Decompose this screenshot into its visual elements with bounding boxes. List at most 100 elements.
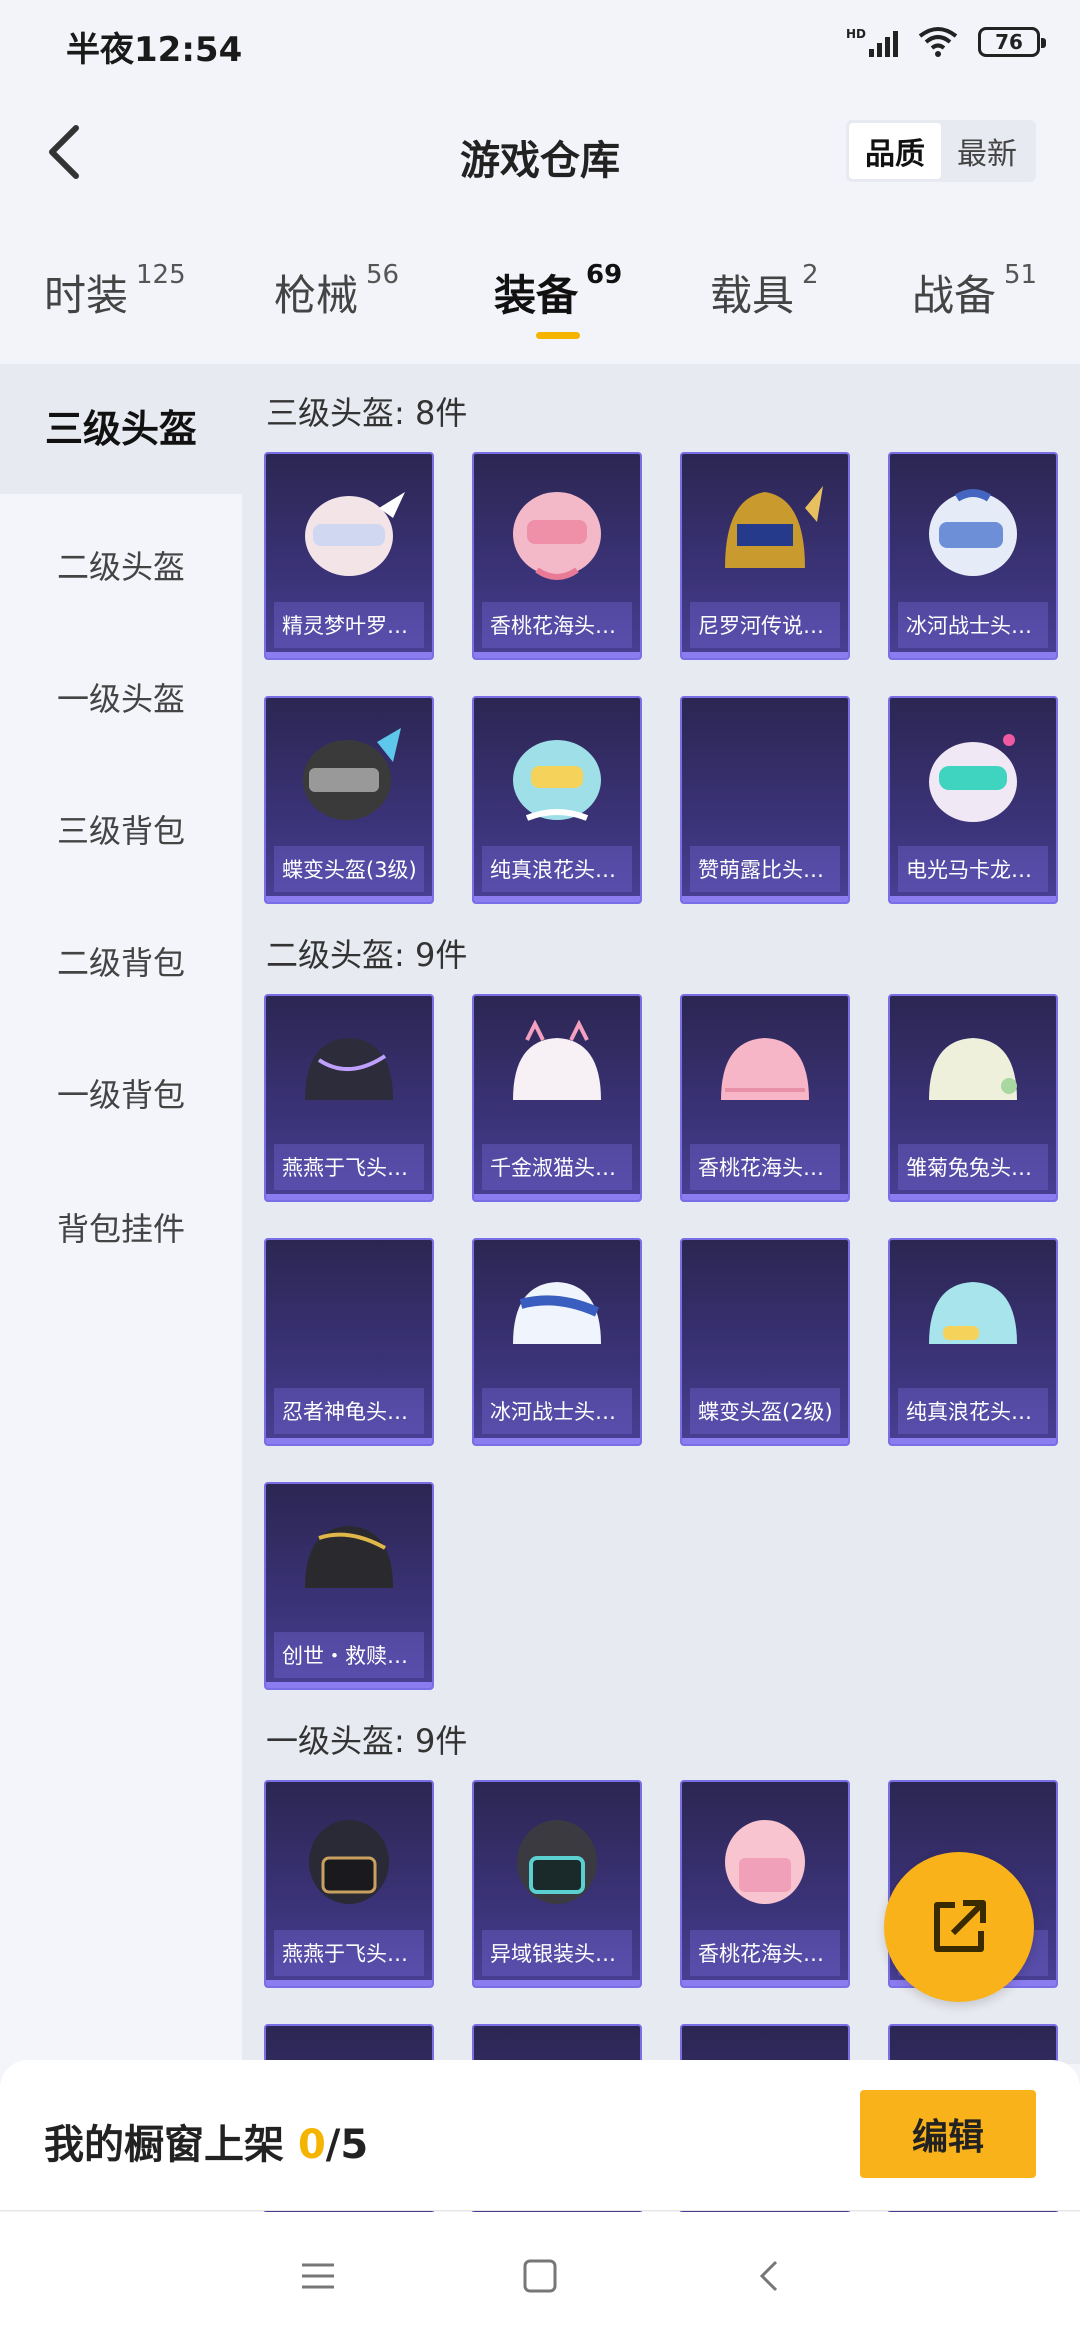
- item-label: 电光马卡龙…: [898, 846, 1048, 892]
- item-card[interactable]: 香桃花海头…: [680, 1780, 850, 1988]
- item-label: 忍者神龟头…: [274, 1388, 424, 1434]
- item-label: 纯真浪花头…: [482, 846, 632, 892]
- status-bar: 半夜12:54 HD 76: [0, 0, 1080, 92]
- signal-icon: HD: [846, 27, 898, 57]
- item-card[interactable]: 冰河战士头…: [888, 452, 1058, 660]
- system-nav-bar: [0, 2212, 1080, 2340]
- item-card[interactable]: 雏菊兔兔头…: [888, 994, 1058, 1202]
- item-card[interactable]: 精灵梦叶罗…: [264, 452, 434, 660]
- item-card[interactable]: 电光马卡龙…: [888, 696, 1058, 904]
- tab-label: 载具: [710, 271, 795, 320]
- helmet-icon: [266, 1010, 432, 1140]
- share-button[interactable]: [884, 1852, 1034, 2002]
- sidebar-item-level2-backpack[interactable]: 二级背包: [0, 938, 242, 984]
- helmet-icon: [474, 1254, 640, 1384]
- tab-guns[interactable]: 枪械 56: [274, 260, 399, 323]
- item-label: 蝶变头盔(3级): [274, 846, 424, 892]
- network-label: HD: [845, 27, 866, 41]
- item-label: 香桃花海头…: [690, 1144, 840, 1190]
- section-title-level3: 三级头盔: 8件: [266, 394, 468, 432]
- item-label: 异域银装头…: [482, 1930, 632, 1976]
- sidebar-item-level3-helmet[interactable]: 三级头盔: [0, 364, 242, 494]
- chevron-left-icon: [759, 2260, 778, 2292]
- item-card[interactable]: 冰河战士头…: [472, 1238, 642, 1446]
- back-nav-button[interactable]: [744, 2252, 792, 2300]
- item-card[interactable]: 香桃花海头…: [472, 452, 642, 660]
- section-title-level1: 一级头盔: 9件: [266, 1722, 468, 1760]
- item-card[interactable]: 千金淑猫头…: [472, 994, 642, 1202]
- helmet-icon: [266, 1796, 432, 1926]
- item-card[interactable]: 蝶变头盔(2级): [680, 1238, 850, 1446]
- item-card[interactable]: 纯真浪花头…: [472, 696, 642, 904]
- helmet-icon: [890, 1254, 1056, 1384]
- showcase-total: /5: [325, 2122, 369, 2168]
- item-card[interactable]: 创世・救赎…: [264, 1482, 434, 1690]
- showcase-bar: 我的橱窗上架 0/5 编辑: [0, 2060, 1080, 2211]
- item-label: 冰河战士头…: [482, 1388, 632, 1434]
- item-label: 纯真浪花头…: [898, 1388, 1048, 1434]
- helmet-icon: [266, 712, 432, 842]
- edit-button[interactable]: 编辑: [860, 2090, 1036, 2178]
- status-icons: HD 76: [846, 26, 1046, 58]
- tab-count: 2: [802, 260, 819, 290]
- item-label: 香桃花海头…: [482, 602, 632, 648]
- tab-label: 装备: [494, 271, 579, 320]
- item-label: 冰河战士头…: [898, 602, 1048, 648]
- showcase-current: 0: [297, 2122, 326, 2168]
- tab-combat-gear[interactable]: 战备 51: [912, 260, 1037, 323]
- sort-toggle: 品质 最新: [846, 120, 1036, 182]
- tab-vehicles[interactable]: 载具 2: [710, 260, 819, 323]
- square-icon: [523, 2259, 557, 2293]
- item-card[interactable]: 尼罗河传说…: [680, 452, 850, 660]
- item-label: 千金淑猫头…: [482, 1144, 632, 1190]
- item-card[interactable]: 燕燕于飞头…: [264, 1780, 434, 1988]
- header: 游戏仓库 品质 最新: [0, 92, 1080, 212]
- item-card[interactable]: 香桃花海头…: [680, 994, 850, 1202]
- status-time: 半夜12:54: [66, 30, 243, 70]
- helmet-icon: [266, 1498, 432, 1628]
- sidebar: 三级头盔 二级头盔 一级头盔 三级背包 二级背包 一级背包 背包挂件: [0, 364, 242, 2064]
- tab-label: 枪械: [274, 271, 359, 320]
- menu-icon: [302, 2263, 334, 2289]
- empty-image: [266, 1254, 432, 1384]
- item-card[interactable]: 纯真浪花头…: [888, 1238, 1058, 1446]
- tab-equipment[interactable]: 装备 69: [494, 260, 623, 323]
- empty-image: [682, 712, 848, 842]
- showcase-text: 我的橱窗上架: [44, 2122, 298, 2168]
- item-card[interactable]: 异域银装头…: [472, 1780, 642, 1988]
- sidebar-item-level1-helmet[interactable]: 一级头盔: [0, 674, 242, 720]
- item-card[interactable]: 赞萌露比头…: [680, 696, 850, 904]
- item-label: 尼罗河传说…: [690, 602, 840, 648]
- helmet-icon: [890, 1010, 1056, 1140]
- category-tabs: 时装 125 枪械 56 装备 69 载具 2 战备 51: [0, 240, 1080, 350]
- showcase-label: 我的橱窗上架 0/5: [44, 2112, 368, 2170]
- wifi-icon: [918, 27, 958, 57]
- item-card[interactable]: 燕燕于飞头…: [264, 994, 434, 1202]
- item-card[interactable]: 忍者神龟头…: [264, 1238, 434, 1446]
- tab-count: 69: [586, 260, 623, 290]
- menu-nav-button[interactable]: [294, 2252, 342, 2300]
- tab-fashion[interactable]: 时装 125: [44, 260, 186, 323]
- tab-count: 125: [136, 260, 186, 290]
- external-link-icon: [934, 1900, 986, 1952]
- item-grid: 三级头盔: 8件 精灵梦叶罗… 香桃花海头… 尼罗河传说… 冰河战士头… 蝶变头…: [242, 364, 1080, 2232]
- item-label: 香桃花海头…: [690, 1930, 840, 1976]
- sort-quality-button[interactable]: 品质: [849, 123, 941, 179]
- helmet-icon: [474, 468, 640, 598]
- helmet-icon: [682, 468, 848, 598]
- item-label: 雏菊兔兔头…: [898, 1144, 1048, 1190]
- item-card[interactable]: 蝶变头盔(3级): [264, 696, 434, 904]
- home-nav-button[interactable]: [516, 2252, 564, 2300]
- sidebar-item-backpack-charm[interactable]: 背包挂件: [0, 1204, 242, 1250]
- tab-label: 时装: [44, 271, 129, 320]
- item-label: 燕燕于飞头…: [274, 1144, 424, 1190]
- sidebar-item-level2-helmet[interactable]: 二级头盔: [0, 542, 242, 588]
- sidebar-item-level1-backpack[interactable]: 一级背包: [0, 1070, 242, 1116]
- item-label: 燕燕于飞头…: [274, 1930, 424, 1976]
- item-label: 创世・救赎…: [274, 1632, 424, 1678]
- battery-indicator: 76: [978, 27, 1046, 57]
- helmet-icon: [890, 468, 1056, 598]
- sidebar-item-level3-backpack[interactable]: 三级背包: [0, 806, 242, 852]
- helmet-icon: [890, 712, 1056, 842]
- sort-latest-button[interactable]: 最新: [941, 123, 1033, 179]
